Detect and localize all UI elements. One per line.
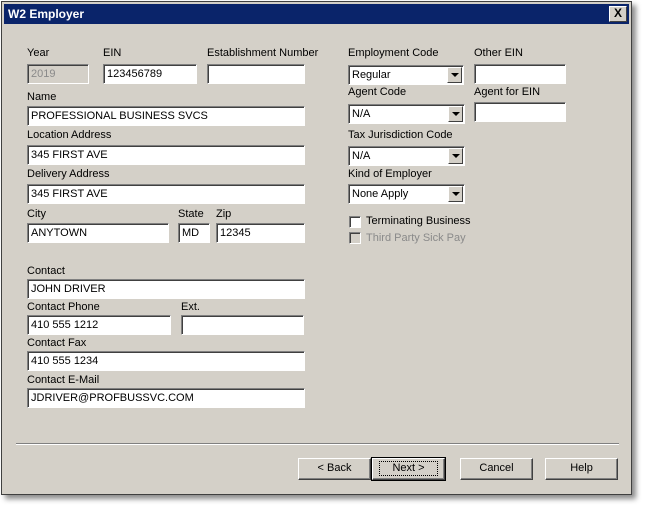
ext-field[interactable] — [181, 315, 304, 335]
name-label: Name — [27, 91, 57, 103]
name-field[interactable]: PROFESSIONAL BUSINESS SVCS — [27, 106, 305, 126]
year-field: 2019 — [27, 64, 89, 84]
tax-jurisdiction-select[interactable]: N/A — [348, 146, 465, 166]
agent-for-ein-field[interactable] — [474, 102, 566, 122]
title-bar[interactable]: W2 Employer X — [4, 4, 629, 24]
kind-of-employer-select[interactable]: None Apply — [348, 184, 465, 204]
ein-field[interactable]: 123456789 — [103, 64, 197, 84]
next-button-label: Next > — [379, 461, 438, 476]
tax-jurisdiction-value: N/A — [352, 150, 371, 162]
terminating-business-checkbox[interactable] — [349, 216, 361, 228]
chevron-down-icon[interactable] — [448, 186, 463, 202]
contact-fax-field[interactable]: 410 555 1234 — [27, 351, 305, 371]
kind-of-employer-value: None Apply — [352, 188, 409, 200]
dialog-title: W2 Employer — [8, 7, 85, 21]
next-button[interactable]: Next > — [371, 457, 446, 481]
tax-jurisdiction-label: Tax Jurisdiction Code — [348, 129, 453, 141]
contact-phone-label: Contact Phone — [27, 301, 100, 313]
delivery-address-label: Delivery Address — [27, 168, 110, 180]
help-button[interactable]: Help — [545, 458, 618, 480]
third-party-sick-pay-label: Third Party Sick Pay — [366, 232, 466, 244]
divider — [16, 443, 619, 445]
chevron-down-icon[interactable] — [448, 106, 463, 122]
w2-employer-dialog: W2 Employer X Year 2019 EIN 123456789 Es… — [1, 1, 632, 495]
employment-code-select[interactable]: Regular — [348, 65, 464, 85]
contact-fax-label: Contact Fax — [27, 337, 87, 349]
state-label: State — [178, 208, 204, 220]
agent-code-select[interactable]: N/A — [348, 104, 465, 124]
chevron-down-icon[interactable] — [448, 148, 463, 164]
contact-email-label: Contact E-Mail — [27, 374, 100, 386]
close-button[interactable]: X — [609, 6, 627, 22]
employment-code-value: Regular — [352, 69, 391, 81]
back-button[interactable]: < Back — [298, 458, 371, 480]
delivery-address-field[interactable]: 345 FIRST AVE — [27, 184, 305, 204]
terminating-business-label[interactable]: Terminating Business — [366, 215, 471, 227]
city-field[interactable]: ANYTOWN — [27, 223, 169, 243]
contact-label: Contact — [27, 265, 65, 277]
cancel-button[interactable]: Cancel — [460, 458, 533, 480]
employment-code-label: Employment Code — [348, 47, 439, 59]
other-ein-field[interactable] — [474, 64, 566, 84]
contact-email-field[interactable]: JDRIVER@PROFBUSSVC.COM — [27, 388, 305, 408]
kind-of-employer-label: Kind of Employer — [348, 168, 432, 180]
location-address-field[interactable]: 345 FIRST AVE — [27, 145, 305, 165]
ext-label: Ext. — [181, 301, 200, 313]
agent-for-ein-label: Agent for EIN — [474, 86, 541, 98]
contact-field[interactable]: JOHN DRIVER — [27, 279, 305, 299]
year-label: Year — [27, 47, 50, 59]
zip-label: Zip — [216, 208, 232, 220]
establishment-number-label: Establishment Number — [207, 47, 319, 59]
city-label: City — [27, 208, 46, 220]
agent-code-value: N/A — [352, 108, 371, 120]
ein-label: EIN — [103, 47, 122, 59]
establishment-number-field[interactable] — [207, 64, 305, 84]
zip-field[interactable]: 12345 — [216, 223, 305, 243]
contact-phone-field[interactable]: 410 555 1212 — [27, 315, 171, 335]
agent-code-label: Agent Code — [348, 86, 407, 98]
third-party-sick-pay-checkbox — [349, 232, 361, 244]
chevron-down-icon[interactable] — [447, 67, 462, 83]
other-ein-label: Other EIN — [474, 47, 523, 59]
location-address-label: Location Address — [27, 129, 112, 141]
state-field[interactable]: MD — [178, 223, 210, 243]
